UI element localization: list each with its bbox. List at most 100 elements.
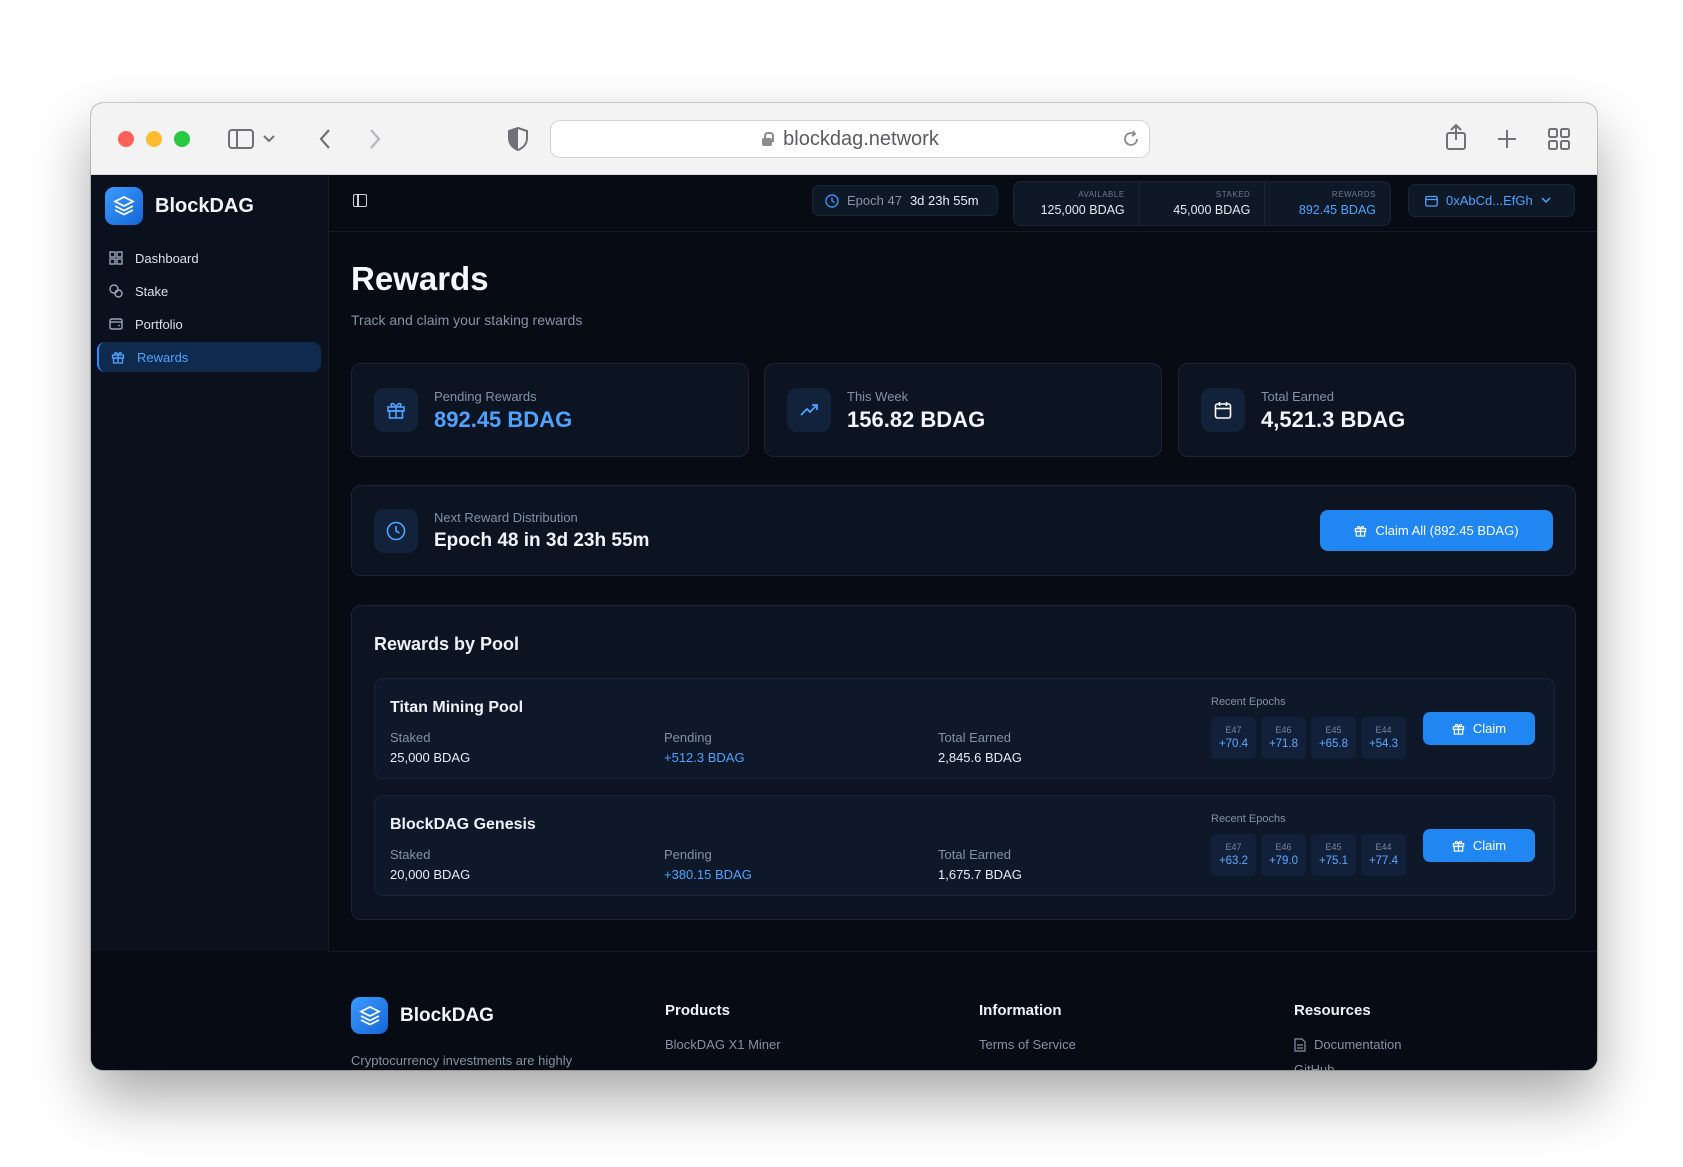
epoch-chip: E45 +75.1 bbox=[1311, 834, 1356, 876]
staked-label: STAKED bbox=[1215, 190, 1251, 199]
calendar-icon bbox=[1201, 388, 1245, 432]
page-title: Rewards bbox=[351, 260, 489, 297]
recent-epochs-label: Recent Epochs bbox=[1211, 696, 1286, 708]
stat-label: Total Earned bbox=[1261, 389, 1334, 404]
lock-icon bbox=[761, 132, 775, 146]
footer-heading: Products bbox=[665, 1002, 731, 1019]
close-window-button[interactable] bbox=[118, 131, 134, 147]
footer-link-label: Documentation bbox=[1314, 1037, 1402, 1052]
claim-all-button[interactable]: Claim All (892.45 BDAG) bbox=[1320, 510, 1553, 551]
sidebar-item-label: Portfolio bbox=[135, 316, 183, 332]
new-tab-icon[interactable] bbox=[1496, 128, 1518, 150]
rewards-label: REWARDS bbox=[1331, 190, 1377, 199]
chevron-down-icon bbox=[1541, 197, 1551, 204]
wallet-address: 0xAbCd...EfGh bbox=[1446, 193, 1533, 208]
address-bar[interactable]: blockdag.network bbox=[550, 120, 1150, 158]
next-distribution-label: Next Reward Distribution bbox=[434, 510, 578, 525]
shield-icon[interactable] bbox=[508, 127, 528, 151]
pool-name: Titan Mining Pool bbox=[390, 699, 524, 716]
epoch-reward: +54.3 bbox=[1368, 738, 1399, 750]
pending-column: Pending +380.15 BDAG bbox=[664, 847, 752, 882]
chevron-down-icon[interactable] bbox=[263, 134, 275, 144]
staked-column: Staked 20,000 BDAG bbox=[390, 847, 470, 882]
epoch-chip: E44 +54.3 bbox=[1361, 717, 1406, 759]
staked-value: 45,000 BDAG bbox=[1173, 203, 1251, 217]
coins-icon bbox=[109, 284, 123, 298]
epoch-id: E44 bbox=[1375, 725, 1392, 735]
wallet-button[interactable]: 0xAbCd...EfGh bbox=[1408, 184, 1575, 217]
stat-value: 892.45 BDAG bbox=[434, 407, 573, 432]
footer-link[interactable]: Terms of Service bbox=[979, 1037, 1076, 1052]
epoch-id: E47 bbox=[1225, 842, 1242, 852]
blockdag-logo-icon bbox=[105, 187, 143, 225]
clock-icon bbox=[825, 193, 839, 208]
trending-up-icon bbox=[787, 388, 831, 432]
staked-value: 20,000 BDAG bbox=[390, 867, 471, 882]
epoch-id: E46 bbox=[1275, 842, 1292, 852]
staked-column: Staked 25,000 BDAG bbox=[390, 730, 470, 765]
footer-resources: Resources Documentation GitHub bbox=[1294, 1002, 1401, 1070]
pending-rewards-card: Pending Rewards 892.45 BDAG bbox=[351, 363, 749, 457]
footer-heading: Resources bbox=[1294, 1002, 1371, 1019]
footer-link-documentation[interactable]: Documentation bbox=[1294, 1037, 1401, 1052]
total-earned-column: Total Earned 1,675.7 BDAG bbox=[938, 847, 1022, 882]
sidebar-item-rewards[interactable]: Rewards bbox=[97, 342, 321, 372]
claim-button[interactable]: Claim bbox=[1423, 712, 1535, 745]
rewards-value: 892.45 BDAG bbox=[1298, 203, 1377, 217]
epoch-reward: +63.2 bbox=[1218, 855, 1249, 867]
available-label: AVAILABLE bbox=[1078, 190, 1125, 199]
stat-value: 156.82 BDAG bbox=[847, 407, 986, 432]
staked-stat: STAKED 45,000 BDAG bbox=[1140, 182, 1266, 225]
gift-icon bbox=[111, 352, 125, 364]
minimize-window-button[interactable] bbox=[146, 131, 162, 147]
grid-icon bbox=[109, 251, 123, 265]
balance-summary: AVAILABLE 125,000 BDAG STAKED 45,000 BDA… bbox=[1013, 181, 1391, 226]
total-earned-label: Total Earned bbox=[938, 847, 1011, 862]
wallet-icon bbox=[109, 318, 123, 330]
sidebar-toggle-icon[interactable] bbox=[228, 128, 254, 150]
staked-value: 25,000 BDAG bbox=[390, 750, 471, 765]
reload-icon[interactable] bbox=[1121, 129, 1141, 149]
back-icon[interactable] bbox=[318, 128, 332, 150]
sidebar-item-label: Dashboard bbox=[135, 250, 199, 266]
footer-link[interactable]: BlockDAG X1 Miner bbox=[665, 1037, 781, 1052]
epoch-reward: +79.0 bbox=[1268, 855, 1299, 867]
sidebar: BlockDAG Dashboard Stake Portfolio Rewar… bbox=[91, 175, 329, 951]
pool-row: BlockDAG Genesis Staked 20,000 BDAG Pend… bbox=[374, 795, 1555, 896]
browser-toolbar: blockdag.network bbox=[91, 103, 1597, 175]
wallet-icon bbox=[1425, 195, 1438, 207]
sidebar-collapse-icon[interactable] bbox=[353, 194, 367, 207]
epoch-id: E45 bbox=[1325, 842, 1342, 852]
sidebar-item-stake[interactable]: Stake bbox=[97, 276, 321, 306]
epoch-chip: E46 +79.0 bbox=[1261, 834, 1306, 876]
total-earned-column: Total Earned 2,845.6 BDAG bbox=[938, 730, 1022, 765]
next-distribution-card: Next Reward Distribution Epoch 48 in 3d … bbox=[351, 485, 1576, 576]
claim-button[interactable]: Claim bbox=[1423, 829, 1535, 862]
clock-icon bbox=[374, 509, 418, 553]
total-earned-value: 2,845.6 BDAG bbox=[938, 750, 1022, 765]
brand-name: BlockDAG bbox=[400, 1004, 494, 1026]
footer-link-github[interactable]: GitHub bbox=[1294, 1062, 1401, 1070]
epoch-reward: +71.8 bbox=[1268, 738, 1299, 750]
sidebar-item-portfolio[interactable]: Portfolio bbox=[97, 309, 321, 339]
brand[interactable]: BlockDAG bbox=[105, 187, 254, 225]
forward-icon[interactable] bbox=[368, 128, 382, 150]
epoch-label: Epoch 47 bbox=[847, 193, 902, 208]
stat-label: Pending Rewards bbox=[434, 389, 537, 404]
epoch-chip: E47 +63.2 bbox=[1211, 834, 1256, 876]
document-icon bbox=[1294, 1037, 1306, 1052]
epoch-reward: +75.1 bbox=[1318, 855, 1349, 867]
recent-epochs: E47 +63.2 E46 +79.0 E45 +75.1 E44 +77.4 bbox=[1211, 834, 1411, 876]
page-subtitle: Track and claim your staking rewards bbox=[351, 312, 583, 328]
staked-label: Staked bbox=[390, 730, 431, 745]
footer-brand[interactable]: BlockDAG bbox=[351, 997, 494, 1034]
epoch-time: 3d 23h 55m bbox=[909, 193, 979, 208]
brand-name: BlockDAG bbox=[155, 194, 254, 217]
share-icon[interactable] bbox=[1445, 123, 1467, 151]
epoch-chip: E44 +77.4 bbox=[1361, 834, 1406, 876]
epoch-id: E46 bbox=[1275, 725, 1292, 735]
total-earned-label: Total Earned bbox=[938, 730, 1011, 745]
tab-overview-icon[interactable] bbox=[1548, 128, 1570, 150]
maximize-window-button[interactable] bbox=[174, 131, 190, 147]
sidebar-item-dashboard[interactable]: Dashboard bbox=[97, 243, 321, 273]
